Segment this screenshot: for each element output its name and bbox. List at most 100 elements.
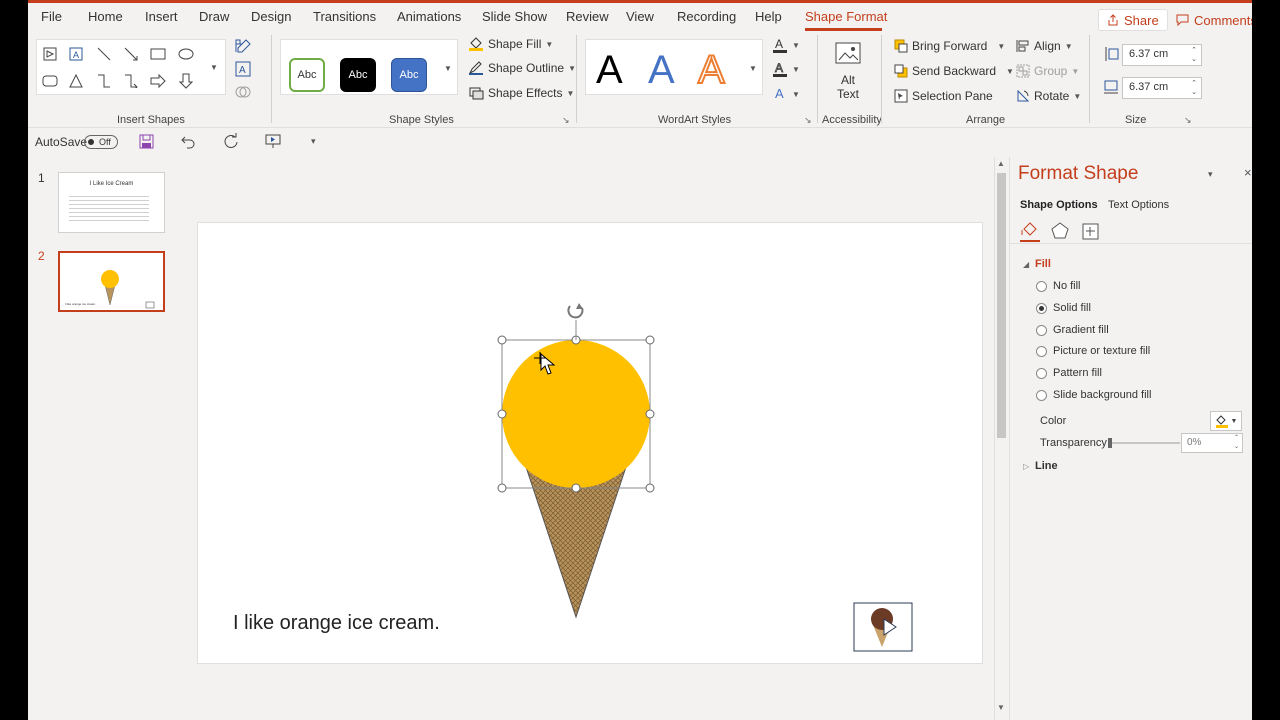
fill-line-category[interactable]	[1020, 220, 1040, 242]
slide-thumbnail-2[interactable]: I like orange ice cream.	[58, 251, 165, 312]
save-icon[interactable]	[139, 134, 154, 149]
shape-width-input[interactable]: 6.37 cm ⌃ ⌄	[1122, 77, 1202, 99]
fill-option-solid-fill[interactable]: Solid fill	[1036, 302, 1091, 314]
style-preset-black[interactable]: Abc	[340, 58, 376, 92]
rounded-rectangle-shape-icon[interactable]	[41, 72, 59, 90]
tab-shape-format[interactable]: Shape Format	[805, 9, 887, 24]
tab-home[interactable]: Home	[88, 9, 123, 24]
slide-thumbnail-1[interactable]: I Like Ice Cream	[58, 172, 165, 233]
rectangle-shape-icon[interactable]	[149, 45, 167, 63]
tab-file[interactable]: File	[41, 9, 62, 24]
text-fill-button[interactable]: A ▼	[772, 37, 800, 53]
rotation-handle-icon[interactable]	[567, 303, 584, 319]
editor-scrollbar[interactable]: ▲ ▼	[994, 157, 1008, 720]
size-properties-icon[interactable]	[1082, 223, 1099, 240]
fill-option-picture-fill[interactable]: Picture or texture fill	[1036, 345, 1150, 357]
fill-collapse-icon[interactable]: ◢	[1023, 260, 1029, 269]
style-preset-blue[interactable]: Abc	[391, 58, 427, 92]
right-arrow-shape-icon[interactable]	[149, 72, 167, 90]
effects-pentagon-icon[interactable]	[1051, 222, 1069, 240]
text-effects-button[interactable]: A ▼	[772, 86, 800, 102]
shape-fill-button[interactable]: Shape Fill ▼	[468, 37, 553, 51]
style-preset-outline-green[interactable]: Abc	[289, 58, 325, 92]
tab-transitions[interactable]: Transitions	[313, 9, 376, 24]
wordart-preset-orange-outline[interactable]: A	[697, 47, 726, 93]
shape-height-input[interactable]: 6.37 cm ⌃ ⌄	[1122, 44, 1202, 66]
transparency-slider-thumb[interactable]	[1108, 438, 1112, 448]
fill-option-no-fill[interactable]: No fill	[1036, 280, 1081, 292]
undo-icon[interactable]	[181, 134, 196, 149]
wordart-preset-blue[interactable]: A	[648, 48, 675, 93]
pane-options-icon[interactable]: ▾	[1208, 169, 1213, 180]
transparency-spinner-icon[interactable]: ⌃ ⌄	[1234, 434, 1239, 452]
tab-view[interactable]: View	[626, 9, 654, 24]
height-spinner-icon[interactable]: ⌃ ⌄	[1191, 46, 1197, 64]
wordart-gallery-more-icon[interactable]: ▼	[744, 59, 762, 77]
autosave-toggle[interactable]: Off	[84, 135, 118, 149]
tab-draw[interactable]: Draw	[199, 9, 229, 24]
redo-icon[interactable]	[222, 133, 239, 150]
transparency-input[interactable]: 0% ⌃ ⌄	[1181, 433, 1243, 453]
styles-gallery-more-icon[interactable]: ▼	[439, 59, 457, 77]
fill-color-picker[interactable]: ▼	[1210, 411, 1242, 431]
arrow-line-shape-icon[interactable]	[122, 45, 140, 63]
shapes-gallery-more-icon[interactable]: ▼	[205, 58, 223, 76]
close-pane-icon[interactable]: ×	[1244, 165, 1252, 180]
slide-caption[interactable]: I like orange ice cream.	[233, 612, 440, 635]
wordart-preset-black[interactable]: A	[596, 48, 623, 93]
customize-qat-icon[interactable]: ▾	[311, 136, 316, 147]
tab-recording[interactable]: Recording	[677, 9, 736, 24]
fill-option-slide-background[interactable]: Slide background fill	[1036, 389, 1151, 401]
rotate-button[interactable]: Rotate ▼	[1016, 89, 1081, 103]
text-box-shape-icon[interactable]	[41, 45, 59, 63]
dialog-launcher-icon[interactable]: ↘	[562, 115, 570, 126]
align-button[interactable]: Align ▼	[1016, 39, 1073, 53]
ice-cream-picture[interactable]	[853, 602, 913, 652]
tab-design[interactable]: Design	[251, 9, 291, 24]
fill-section-header[interactable]: Fill	[1035, 258, 1051, 270]
tab-shape-options[interactable]: Shape Options	[1020, 199, 1098, 211]
shape-outline-button[interactable]: Shape Outline ▼	[468, 61, 576, 75]
dialog-launcher-icon[interactable]: ↘	[1184, 115, 1192, 126]
elbow-arrow-connector-icon[interactable]	[122, 72, 140, 90]
start-slideshow-icon[interactable]	[265, 134, 281, 149]
line-shape-icon[interactable]	[95, 45, 113, 63]
dialog-launcher-icon[interactable]: ↘	[804, 115, 812, 126]
bring-forward-button[interactable]: Bring Forward ▼	[894, 39, 1005, 53]
transparency-slider[interactable]	[1110, 442, 1180, 444]
group-button[interactable]: Group ▼	[1016, 64, 1079, 78]
draw-text-box-icon[interactable]: A	[234, 60, 252, 78]
tab-help[interactable]: Help	[755, 9, 782, 24]
elbow-connector-icon[interactable]	[95, 72, 113, 90]
wordart-gallery[interactable]: A A A ▼	[585, 39, 763, 95]
shape-styles-gallery[interactable]: Abc Abc Abc ▼	[280, 39, 458, 95]
scroll-up-icon[interactable]: ▲	[997, 159, 1005, 168]
scoop-shape[interactable]	[502, 340, 650, 488]
alt-text-button[interactable]: Alt Text	[828, 41, 868, 103]
fill-option-pattern-fill[interactable]: Pattern fill	[1036, 367, 1102, 379]
fill-option-gradient-fill[interactable]: Gradient fill	[1036, 324, 1109, 336]
scroll-thumb[interactable]	[997, 173, 1006, 438]
scroll-down-icon[interactable]: ▼	[997, 703, 1005, 712]
width-spinner-icon[interactable]: ⌃ ⌄	[1191, 79, 1197, 97]
text-outline-button[interactable]: A ▼	[772, 61, 800, 77]
line-expand-icon[interactable]: ▷	[1023, 462, 1029, 471]
tab-review[interactable]: Review	[566, 9, 609, 24]
edit-shape-icon[interactable]	[234, 37, 252, 55]
comments-button[interactable]: Comments	[1168, 9, 1252, 31]
oval-shape-icon[interactable]	[177, 45, 195, 63]
slide-canvas[interactable]: I like orange ice cream.	[197, 222, 983, 664]
selection-pane-button[interactable]: Selection Pane	[894, 89, 993, 103]
insert-shapes-gallery[interactable]: A ▼	[36, 39, 226, 95]
send-backward-button[interactable]: Send Backward ▼	[894, 64, 1014, 78]
tab-animations[interactable]: Animations	[397, 9, 461, 24]
shape-effects-button[interactable]: Shape Effects ▼	[468, 86, 574, 100]
tab-text-options[interactable]: Text Options	[1108, 199, 1169, 211]
tab-insert[interactable]: Insert	[145, 9, 178, 24]
vertical-text-box-icon[interactable]: A	[67, 45, 85, 63]
tab-slide-show[interactable]: Slide Show	[482, 9, 547, 24]
down-arrow-shape-icon[interactable]	[177, 72, 195, 90]
line-section-header[interactable]: Line	[1035, 460, 1058, 472]
triangle-shape-icon[interactable]	[67, 72, 85, 90]
share-button[interactable]: Share	[1098, 9, 1168, 31]
